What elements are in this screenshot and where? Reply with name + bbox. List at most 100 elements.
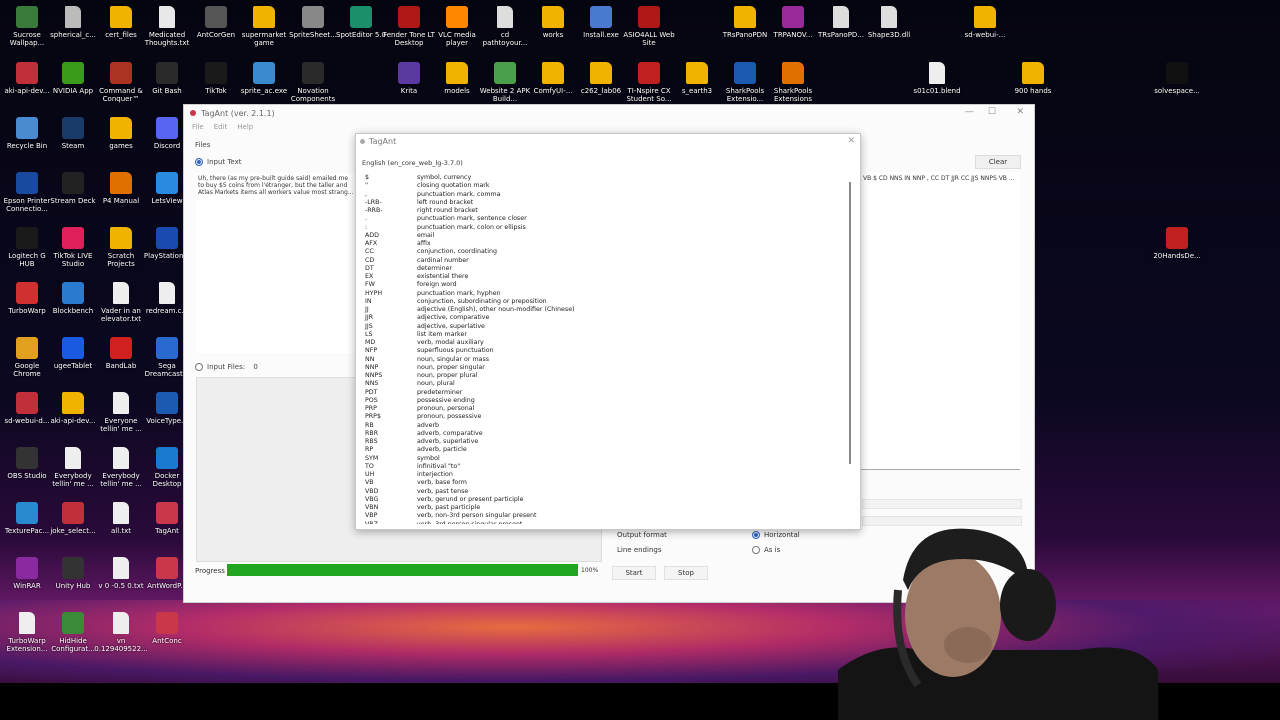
- desktop-icon[interactable]: TI-Nspire CX Student So...: [622, 62, 676, 103]
- desktop-icon[interactable]: TikTok: [189, 62, 243, 95]
- app-icon: [156, 612, 178, 634]
- dialog-scrollbar[interactable]: [849, 182, 851, 464]
- dialog-titlebar[interactable]: TagAnt: [356, 134, 860, 149]
- menu-file[interactable]: File: [192, 123, 204, 131]
- desktop-icon-label: cd pathtoyour...: [482, 31, 528, 47]
- tag-code: NNS: [365, 380, 379, 388]
- desktop-icon[interactable]: sd-webui-...: [958, 6, 1012, 39]
- window-titlebar[interactable]: TagAnt (ver. 2.1.1): [184, 105, 1034, 121]
- desktop-icon[interactable]: c262_lab06: [574, 62, 628, 95]
- desktop-icon[interactable]: aki-api-dev...: [46, 392, 100, 425]
- desktop-icon[interactable]: ComfyUI-...: [526, 62, 580, 95]
- tag-code: RBS: [365, 438, 378, 445]
- tag-row: NNP noun, proper singular: [362, 364, 846, 372]
- desktop-icon[interactable]: Install.exe: [574, 6, 628, 39]
- desktop-icon-label: Novation Components: [290, 87, 336, 103]
- desktop-icon[interactable]: s01c01.blend: [910, 62, 964, 95]
- menu-help[interactable]: Help: [237, 123, 253, 131]
- tag-row: CD cardinal number: [362, 257, 846, 265]
- desktop-icon[interactable]: Stream Deck: [46, 172, 100, 205]
- radio-off-icon: [195, 363, 203, 371]
- desktop-icon[interactable]: joke_select...: [46, 502, 100, 535]
- app-icon: [156, 227, 178, 249]
- desktop-icon[interactable]: Blockbench: [46, 282, 100, 315]
- tag-code: NNP: [365, 363, 379, 371]
- desktop-icon[interactable]: ASIO4ALL Web Site: [622, 6, 676, 47]
- webcam-overlay: [838, 528, 1158, 720]
- desktop-icon[interactable]: 900 hands: [1006, 62, 1060, 95]
- app-icon: [16, 62, 38, 84]
- tag-description: conjunction, coordinating: [417, 248, 498, 256]
- desktop-icon[interactable]: VLC media player: [430, 6, 484, 47]
- desktop-icon[interactable]: Fender Tone LT Desktop: [382, 6, 436, 47]
- desktop-icon[interactable]: Unity Hub: [46, 557, 100, 590]
- desktop-icon-label: TikTok: [205, 87, 227, 95]
- input-files-radio[interactable]: Input Files: 0: [195, 363, 258, 371]
- output-format-option[interactable]: Horizontal: [752, 531, 800, 539]
- desktop-icon[interactable]: cd pathtoyour...: [478, 6, 532, 47]
- tag-code: EX: [365, 273, 374, 280]
- desktop-icon[interactable]: NVIDIA App: [46, 62, 100, 95]
- menu-edit[interactable]: Edit: [214, 123, 228, 131]
- dialog-close-icon[interactable]: ✕: [847, 136, 855, 146]
- desktop-icon[interactable]: ugeeTablet: [46, 337, 100, 370]
- tagset-dialog: TagAnt ✕ English (en_core_web_lg-3.7.0) …: [355, 133, 861, 530]
- maximize-icon[interactable]: ☐: [988, 107, 996, 117]
- input-text-radio[interactable]: Input Text: [195, 158, 242, 166]
- minimize-icon[interactable]: —: [965, 107, 974, 117]
- folder-icon: [110, 117, 132, 139]
- desktop-icon[interactable]: Medicated Thoughts.txt: [140, 6, 194, 47]
- desktop-icon[interactable]: AntCorGen: [189, 6, 243, 39]
- desktop-icon[interactable]: works: [526, 6, 580, 39]
- output-text-area[interactable]: VB $ CD NNS IN NNP , CC DT JJR CC JJS NN…: [860, 172, 1020, 470]
- close-icon[interactable]: ✕: [1016, 107, 1024, 117]
- desktop-icon[interactable]: models: [430, 62, 484, 95]
- desktop-icon[interactable]: supermarket game: [237, 6, 291, 47]
- tag-description: right round bracket: [417, 207, 478, 214]
- folder-icon: [253, 6, 275, 28]
- tag-row: LS list item marker: [362, 331, 846, 339]
- tag-row: PRP pronoun, personal: [362, 405, 846, 413]
- desktop-icon[interactable]: SpotEditor 5.0: [334, 6, 388, 39]
- unity-icon: [62, 557, 84, 579]
- setting-dropdown-1[interactable]: [862, 499, 1022, 509]
- app-icon: [782, 6, 804, 28]
- desktop-icon[interactable]: Krita: [382, 62, 436, 95]
- desktop-icon-label: SharkPools Extensio...: [725, 87, 765, 103]
- desktop-icon[interactable]: SharkPools Extensions: [766, 62, 820, 103]
- tag-row: $ symbol, currency: [362, 174, 846, 182]
- desktop-icon[interactable]: spherical_c...: [46, 6, 100, 39]
- desktop-icon[interactable]: 20HandsDe...: [1150, 227, 1204, 260]
- desktop-icon[interactable]: sprite_ac.exe: [237, 62, 291, 95]
- stop-button[interactable]: Stop: [664, 566, 708, 580]
- tag-description: verb, modal auxiliary: [417, 339, 484, 346]
- folder-icon: [542, 62, 564, 84]
- tag-code: POS: [365, 396, 378, 404]
- tag-code: :: [365, 223, 368, 231]
- desktop-icon[interactable]: Novation Components: [286, 62, 340, 103]
- desktop-icon[interactable]: Steam: [46, 117, 100, 150]
- desktop-icon[interactable]: AntConc: [140, 612, 194, 645]
- desktop-icon[interactable]: solvespace...: [1150, 62, 1204, 95]
- desktop-icon[interactable]: SpriteSheet...: [286, 6, 340, 39]
- desktop-icon[interactable]: TikTok LIVE Studio: [46, 227, 100, 268]
- start-button[interactable]: Start: [612, 566, 656, 580]
- desktop-icon[interactable]: Website 2 APK Build...: [478, 62, 532, 103]
- folder-icon: [782, 62, 804, 84]
- desktop-icon[interactable]: Git Bash: [140, 62, 194, 95]
- desktop-icon[interactable]: Shape3D.dll: [862, 6, 916, 39]
- line-endings-option[interactable]: As is: [752, 546, 780, 554]
- desktop-icon[interactable]: TRsPanoPD...: [814, 6, 868, 39]
- desktop-icon[interactable]: TRPANOV...: [766, 6, 820, 39]
- clear-button[interactable]: Clear: [975, 155, 1021, 169]
- desktop-icon[interactable]: SharkPools Extensio...: [718, 62, 772, 103]
- tag-description: adjective (English), other noun-modifier…: [417, 306, 575, 313]
- input-text-area[interactable]: Uh, there (as my pre-built guide said) e…: [196, 173, 356, 353]
- input-files-count: 0: [253, 363, 258, 371]
- tag-code: NNPS: [365, 372, 383, 379]
- desktop-icon[interactable]: s_earth3: [670, 62, 724, 95]
- desktop-icon[interactable]: HidHide Configurat...: [46, 612, 100, 653]
- desktop-icon[interactable]: TRsPanoPDN: [718, 6, 772, 39]
- desktop-icon[interactable]: Everybody tellin' me ...: [46, 447, 100, 488]
- desktop-icon-label: solvespace...: [1154, 87, 1200, 95]
